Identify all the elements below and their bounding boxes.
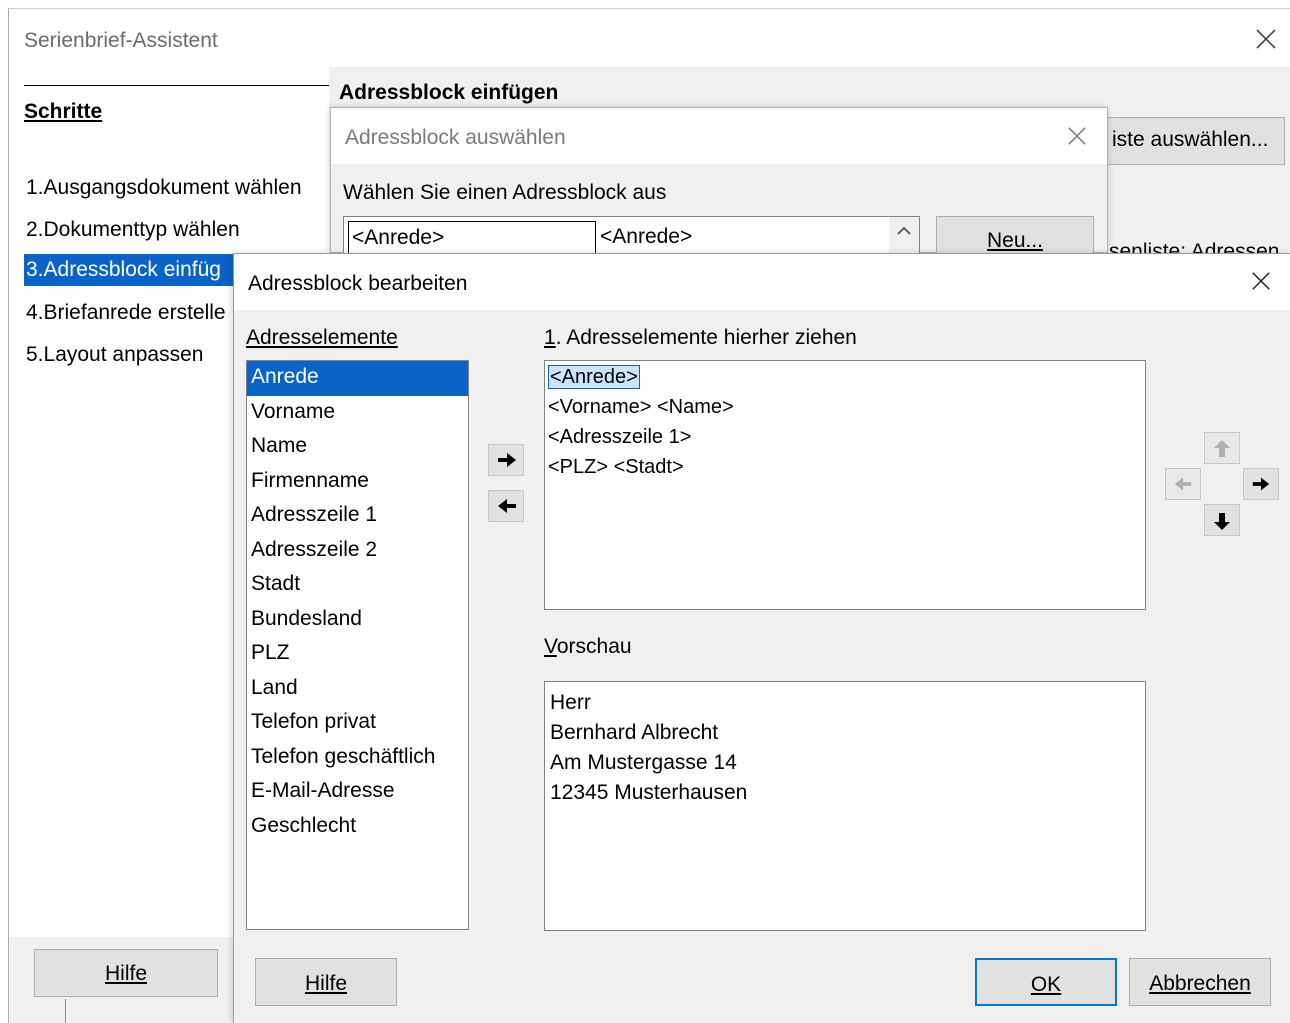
editor-line[interactable]: <Adresszeile 1> bbox=[548, 426, 691, 449]
preview-line: Am Mustergasse 14 bbox=[550, 751, 737, 774]
address-element-item[interactable]: Adresszeile 2 bbox=[247, 534, 468, 569]
preview-line: Bernhard Albrecht bbox=[550, 721, 719, 744]
step-3[interactable]: 3.Adressblock einfüg bbox=[24, 254, 254, 286]
step-2[interactable]: 2.Dokumenttyp wählen bbox=[24, 214, 242, 246]
preview-label: Vorschau bbox=[544, 635, 632, 658]
wizard-help-label: Hilfe bbox=[104, 962, 147, 985]
address-element-item[interactable]: PLZ bbox=[247, 637, 468, 672]
wizard-help-button[interactable]: Hilfe bbox=[34, 949, 218, 997]
address-element-item[interactable]: Stadt bbox=[247, 568, 468, 603]
editor-line[interactable]: <PLZ> <Stadt> bbox=[548, 456, 684, 479]
arrow-right-icon bbox=[498, 453, 516, 467]
scrollbar[interactable] bbox=[889, 217, 919, 255]
help-button[interactable]: Hilfe bbox=[255, 958, 397, 1006]
address-block-option[interactable]: <Anrede> bbox=[348, 221, 596, 255]
wizard-page-heading: Adressblock einfügen bbox=[339, 81, 559, 104]
address-element-item[interactable]: Firmenname bbox=[247, 465, 468, 500]
step-5[interactable]: 5.Layout anpassen bbox=[24, 339, 205, 371]
address-element-item[interactable]: Bundesland bbox=[247, 603, 468, 638]
address-element-item[interactable]: Telefon geschäftlich bbox=[247, 741, 468, 776]
preview-line: Herr bbox=[550, 691, 591, 714]
steps-heading: Schritte bbox=[24, 100, 103, 123]
add-element-button[interactable] bbox=[488, 444, 524, 476]
new-block-label: Neu... bbox=[986, 229, 1044, 252]
editor-line[interactable]: <Vorname> <Name> bbox=[548, 396, 734, 419]
select-address-block-dialog: Adressblock auswählen Wählen Sie einen A… bbox=[330, 107, 1108, 256]
address-block-option[interactable]: <Anrede> bbox=[600, 225, 692, 249]
new-block-button[interactable]: Neu... bbox=[936, 216, 1094, 256]
preview-line: 12345 Musterhausen bbox=[550, 781, 748, 804]
drag-area-label-text: . Adresselemente hierher ziehen bbox=[555, 326, 857, 349]
cancel-button-label: Abbrechen bbox=[1149, 972, 1251, 995]
arrow-up-icon bbox=[1214, 440, 1230, 457]
arrow-left-icon bbox=[498, 499, 516, 513]
close-icon[interactable] bbox=[1066, 125, 1088, 147]
move-down-button[interactable] bbox=[1204, 504, 1240, 536]
select-address-list-button[interactable]: iste auswählen... bbox=[1099, 117, 1285, 165]
steps-divider bbox=[24, 85, 329, 86]
address-preview: Herr Bernhard Albrecht Am Mustergasse 14… bbox=[544, 681, 1146, 931]
wizard-title: Serienbrief-Assistent bbox=[24, 29, 218, 52]
close-icon[interactable] bbox=[1250, 270, 1272, 292]
close-icon[interactable] bbox=[1254, 27, 1278, 51]
move-left-button[interactable] bbox=[1165, 468, 1201, 500]
ok-button[interactable]: OK bbox=[975, 958, 1117, 1006]
edit-address-block-dialog: Adressblock bearbeiten Adresselemente An… bbox=[233, 253, 1290, 1023]
scroll-up-icon[interactable] bbox=[896, 225, 912, 237]
divider bbox=[65, 999, 66, 1023]
address-elements-label: Adresselemente bbox=[246, 326, 398, 349]
address-element-item[interactable]: Land bbox=[247, 672, 468, 707]
help-button-label: Hilfe bbox=[304, 972, 347, 995]
address-block-editor[interactable]: <Anrede> <Vorname> <Name> <Adresszeile 1… bbox=[544, 360, 1146, 610]
move-up-button[interactable] bbox=[1204, 432, 1240, 464]
arrow-down-icon bbox=[1214, 513, 1230, 530]
choose-block-label: Wählen Sie einen Adressblock aus bbox=[343, 181, 667, 204]
editor-line[interactable]: <Anrede> bbox=[548, 365, 640, 389]
dialog-title: Adressblock auswählen bbox=[345, 126, 566, 149]
address-element-item[interactable]: Name bbox=[247, 430, 468, 465]
step-4[interactable]: 4.Briefanrede erstelle bbox=[24, 297, 228, 329]
arrow-left-icon bbox=[1174, 477, 1192, 491]
step-1[interactable]: 1.Ausgangsdokument wählen bbox=[24, 172, 304, 204]
address-block-list[interactable]: <Anrede> <Anrede> bbox=[343, 216, 920, 255]
dialog-title: Adressblock bearbeiten bbox=[248, 272, 468, 295]
address-element-item[interactable]: Adresszeile 1 bbox=[247, 499, 468, 534]
ok-button-label: OK bbox=[1030, 973, 1062, 996]
address-element-item[interactable]: Vorname bbox=[247, 396, 468, 431]
address-element-item[interactable]: Telefon privat bbox=[247, 706, 468, 741]
address-element-item[interactable]: Geschlecht bbox=[247, 810, 468, 845]
drag-area-label: 1. Adresselemente hierher ziehen bbox=[544, 326, 857, 349]
address-element-item[interactable]: Anrede bbox=[247, 361, 468, 396]
remove-element-button[interactable] bbox=[488, 490, 524, 522]
address-element-item[interactable]: E-Mail-Adresse bbox=[247, 775, 468, 810]
arrow-right-icon bbox=[1252, 477, 1270, 491]
cancel-button[interactable]: Abbrechen bbox=[1129, 958, 1271, 1006]
address-elements-list[interactable]: Anrede Vorname Name Firmenname Adresszeile 1… bbox=[246, 360, 469, 930]
move-right-button[interactable] bbox=[1243, 468, 1279, 500]
